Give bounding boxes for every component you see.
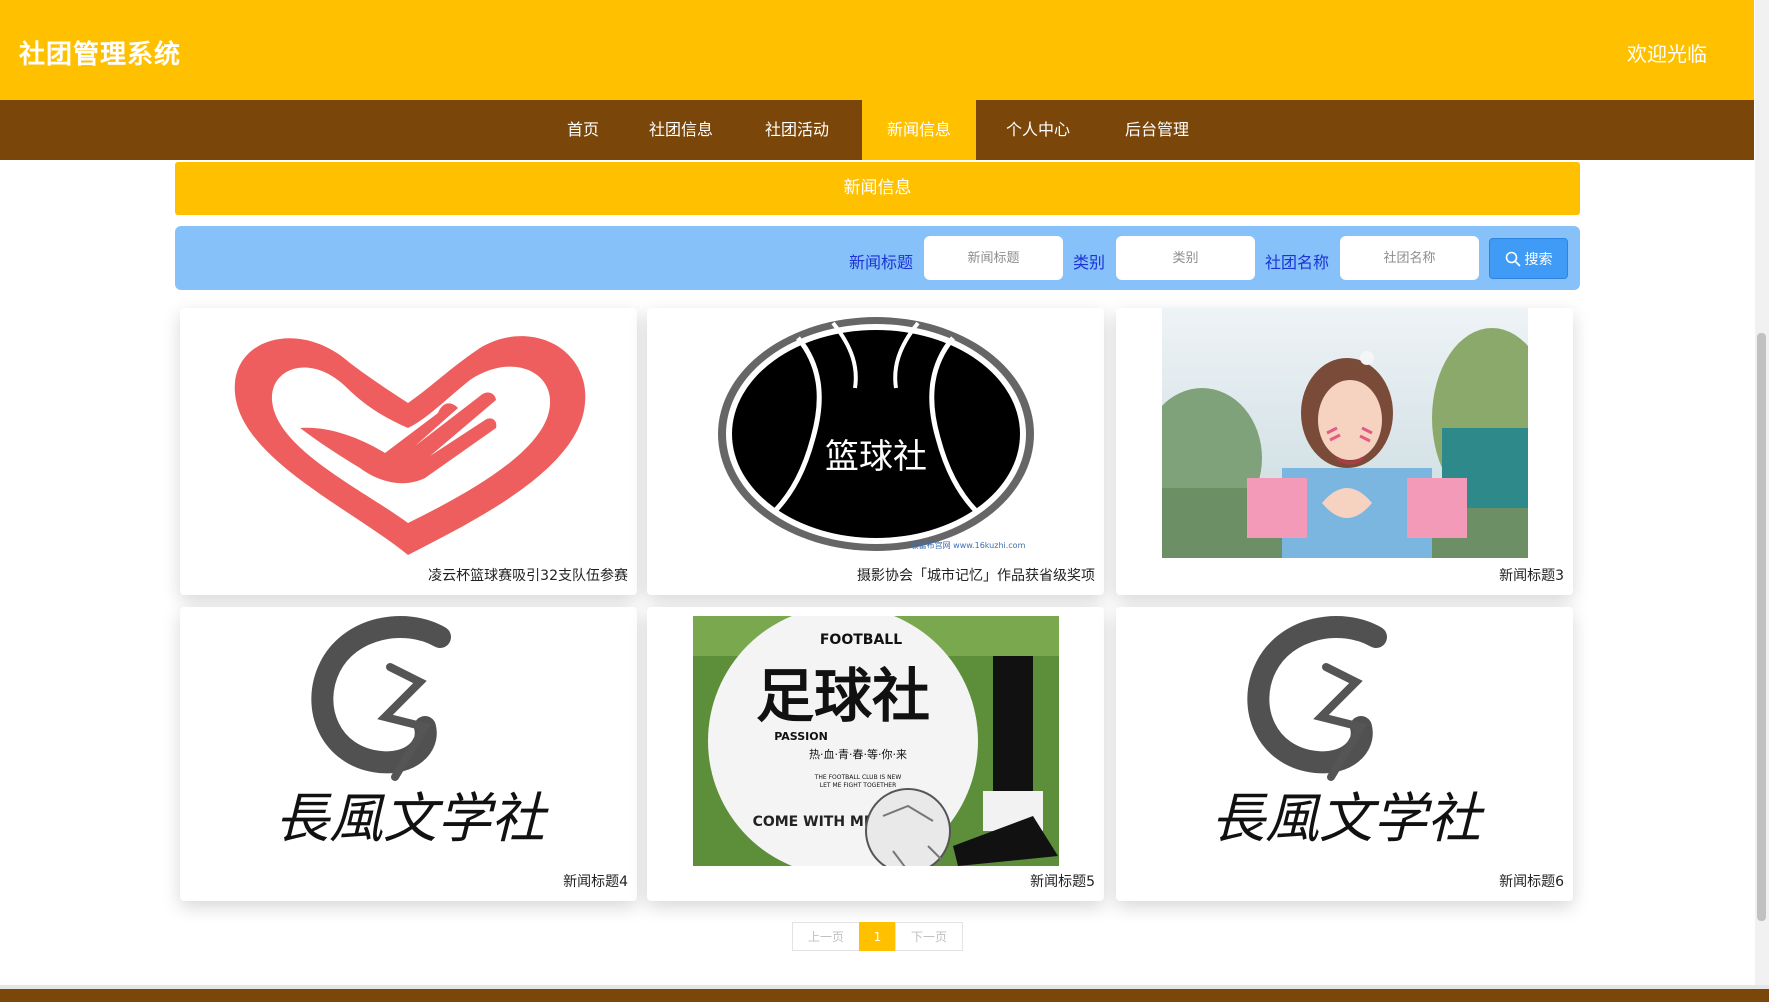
news-title: 新闻标题3 (1499, 568, 1564, 584)
nav-item-personal-center[interactable]: 个人中心 (998, 100, 1078, 160)
image-watermark: 敏富布宫网 www.16kuzhi.com (911, 540, 1026, 550)
svg-text:COME WITH ME: COME WITH ME (753, 814, 874, 830)
svg-text:PASSION: PASSION (774, 730, 828, 743)
news-title: 新闻标题5 (1030, 874, 1095, 890)
news-card[interactable]: 新闻标题3 (1116, 308, 1573, 595)
main-nav: 首页 社团信息 社团活动 新闻信息 个人中心 后台管理 (0, 100, 1754, 160)
news-card[interactable]: 篮球社 敏富布宫网 www.16kuzhi.com 摄影协会「城市记忆」作品获省… (647, 308, 1104, 595)
literature-club-text: 長風文学社 (1211, 787, 1485, 850)
header-bar: 社团管理系统 欢迎光临 (0, 0, 1754, 100)
svg-text:热·血·青·春·等·你·来: 热·血·青·春·等·你·来 (809, 747, 907, 761)
news-title: 摄影协会「城市记忆」作品获省级奖项 (857, 568, 1095, 584)
news-title: 凌云杯篮球赛吸引32支队伍参赛 (428, 568, 628, 584)
search-button-label: 搜索 (1524, 251, 1553, 268)
svg-text:THE FOOTBALL CLUB IS NEW: THE FOOTBALL CLUB IS NEW (814, 774, 902, 781)
literature-club-text: 長風文学社 (275, 787, 549, 850)
nav-item-news[interactable]: 新闻信息 (862, 100, 976, 160)
football-club-poster: FOOTBALL 足球社 PASSION 热·血·青·春·等·你·来 THE F… (693, 616, 1059, 866)
news-card[interactable]: 長風文学社 新闻标题4 (180, 607, 637, 901)
nav-item-home[interactable]: 首页 (552, 100, 614, 160)
literature-club-logo: 長風文学社 (1116, 607, 1573, 867)
search-bar: 新闻标题 类别 社团名称 搜索 (175, 226, 1580, 290)
nav-item-club-activities[interactable]: 社团活动 (757, 100, 837, 160)
category-label: 类别 (1073, 253, 1106, 272)
basketball-club-logo: 篮球社 敏富布宫网 www.16kuzhi.com (713, 308, 1038, 563)
heart-hand-logo (180, 308, 637, 558)
svg-text:足球社: 足球社 (756, 662, 930, 730)
cosplay-photo (1162, 308, 1528, 558)
pagination-prev[interactable]: 上一页 (792, 922, 860, 951)
news-title: 新闻标题4 (563, 874, 628, 890)
footer-bar (0, 989, 1769, 1002)
nav-item-admin[interactable]: 后台管理 (1117, 100, 1197, 160)
news-title-label: 新闻标题 (849, 253, 914, 272)
nav-item-club-info[interactable]: 社团信息 (641, 100, 721, 160)
pagination-page-current[interactable]: 1 (859, 922, 896, 951)
search-icon (1505, 251, 1520, 266)
svg-text:LET ME FIGHT TOGETHER: LET ME FIGHT TOGETHER (820, 782, 897, 789)
svg-text:FOOTBALL: FOOTBALL (820, 632, 902, 648)
news-card[interactable]: 凌云杯篮球赛吸引32支队伍参赛 (180, 308, 637, 595)
club-name-label: 社团名称 (1265, 253, 1330, 272)
literature-club-logo: 長風文学社 (180, 607, 637, 867)
app-title: 社团管理系统 (19, 40, 182, 70)
section-title: 新闻信息 (175, 162, 1580, 215)
basketball-club-text: 篮球社 (825, 437, 927, 477)
news-card[interactable]: 長風文学社 新闻标题6 (1116, 607, 1573, 901)
pagination-next[interactable]: 下一页 (895, 922, 963, 951)
scrollbar-thumb[interactable] (1757, 333, 1766, 921)
news-title: 新闻标题6 (1499, 874, 1564, 890)
news-title-input[interactable] (924, 236, 1063, 280)
club-name-input[interactable] (1340, 236, 1479, 280)
news-card[interactable]: FOOTBALL 足球社 PASSION 热·血·青·春·等·你·来 THE F… (647, 607, 1104, 901)
category-input[interactable] (1116, 236, 1255, 280)
welcome-text: 欢迎光临 (1627, 42, 1707, 66)
search-button[interactable]: 搜索 (1489, 238, 1568, 279)
